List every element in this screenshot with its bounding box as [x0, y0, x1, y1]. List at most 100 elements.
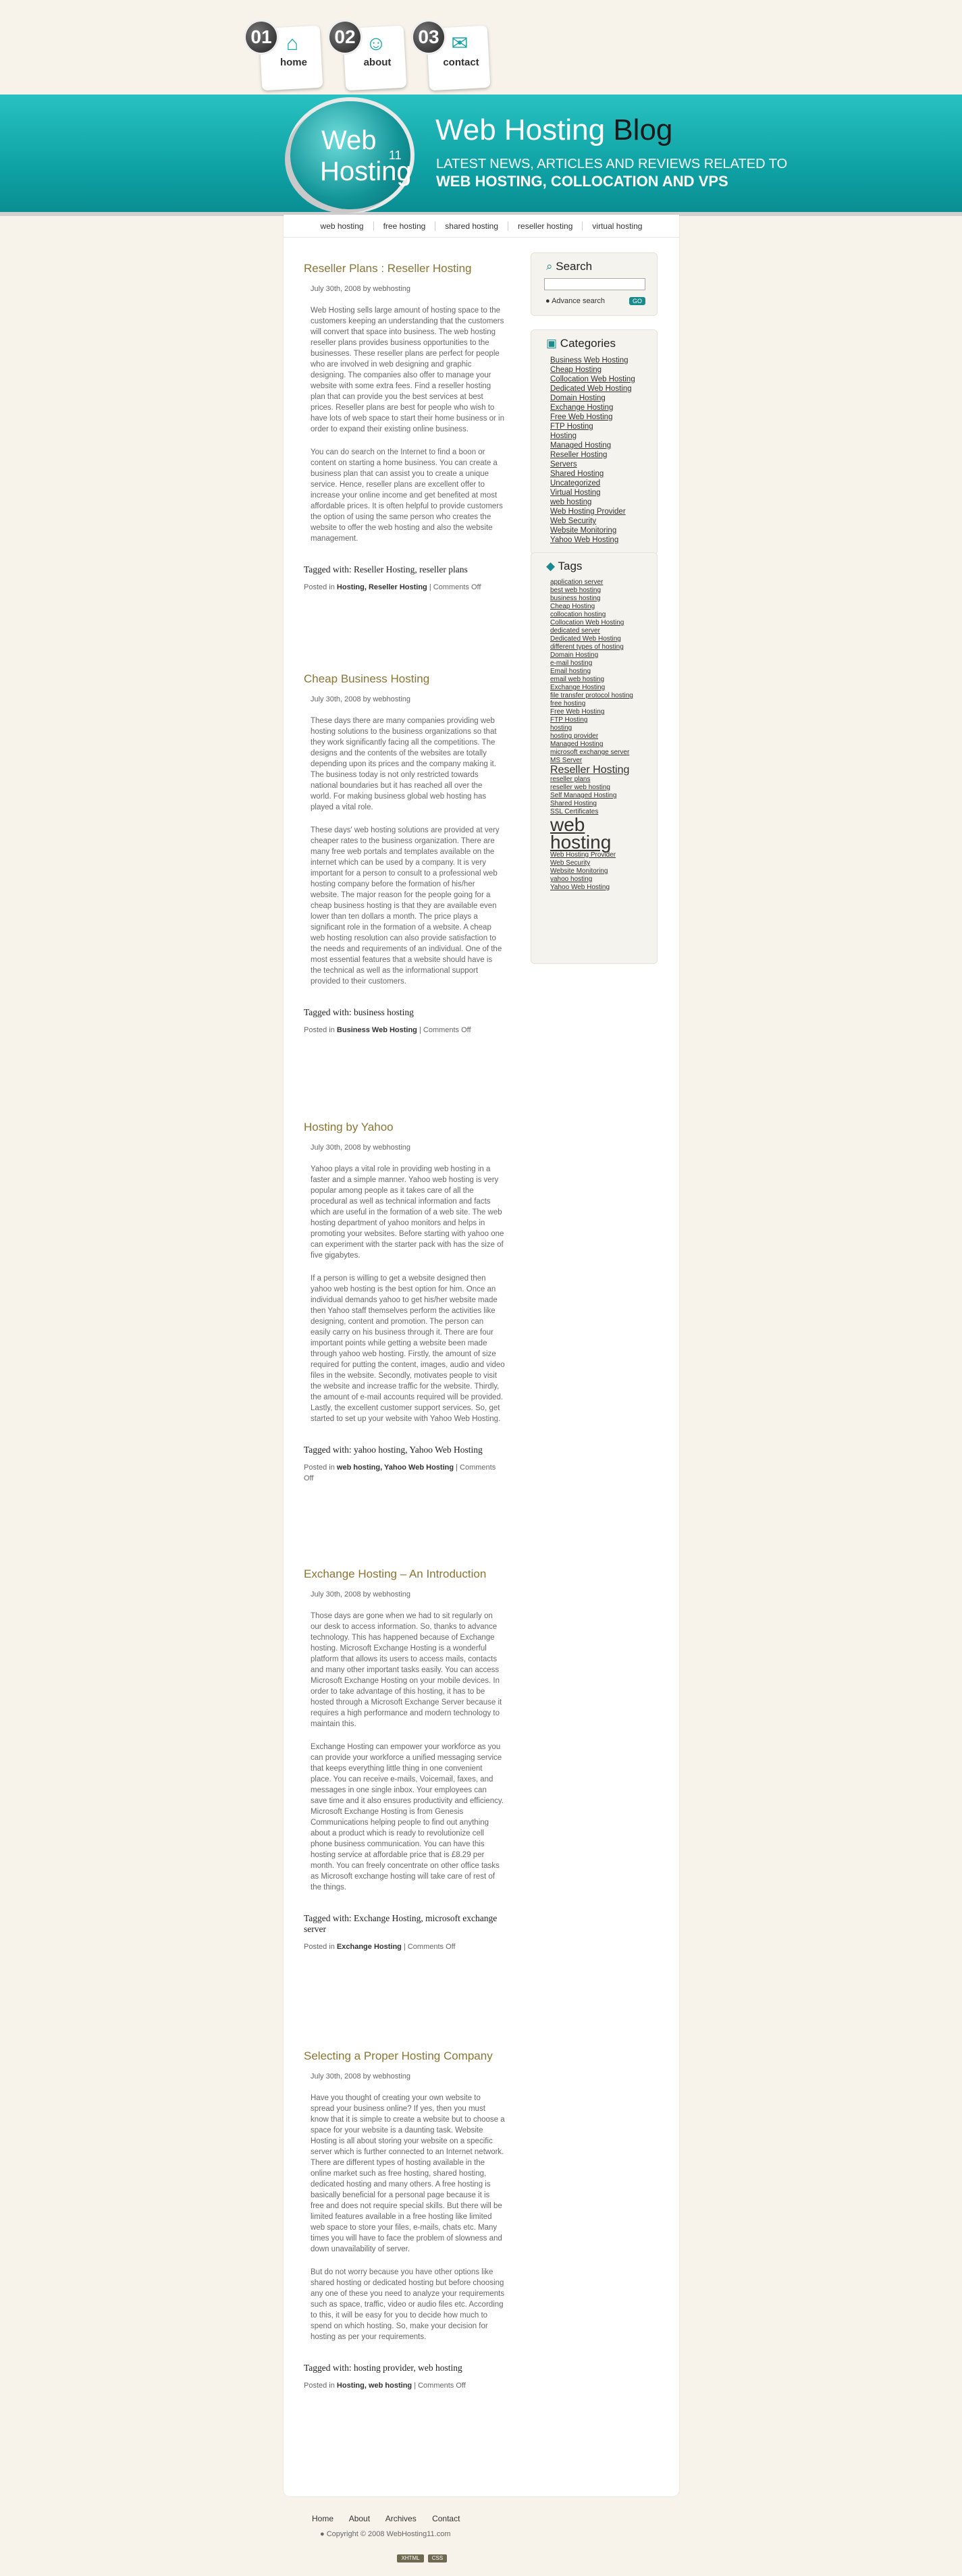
- tag-link[interactable]: e-mail hosting: [550, 660, 650, 668]
- category-link[interactable]: Business Web Hosting: [550, 356, 657, 365]
- logo-text-number: 11: [389, 149, 402, 162]
- footer-link[interactable]: Archives: [385, 2514, 417, 2523]
- catbar-link[interactable]: virtual hosting: [583, 221, 651, 231]
- tag-link[interactable]: Managed Hosting: [550, 741, 650, 749]
- tag-link[interactable]: Reseller Hosting: [550, 765, 650, 776]
- tag-link[interactable]: Dedicated Web Hosting: [550, 635, 650, 643]
- category-link[interactable]: Collocation Web Hosting: [550, 375, 657, 384]
- tag-link[interactable]: web hosting: [550, 815, 650, 852]
- advanced-search-link[interactable]: ● Advance search: [545, 297, 605, 305]
- tab-contact[interactable]: 03 ✉ contact: [413, 15, 493, 95]
- tag-link[interactable]: file transfer protocol hosting: [550, 692, 650, 700]
- post-tags[interactable]: Tagged with: business hosting: [304, 1007, 506, 1018]
- tag-link[interactable]: Self Managed Hosting: [550, 792, 650, 800]
- post-categories[interactable]: Business Web Hosting: [337, 1026, 417, 1034]
- tag-link[interactable]: hosting provider: [550, 732, 650, 741]
- folder-icon: ▣: [546, 337, 558, 350]
- blog-title: Web Hosting Blog: [435, 113, 672, 147]
- post-footer: Posted in Business Web Hosting | Comment…: [304, 1026, 471, 1034]
- tag-link[interactable]: FTP Hosting: [550, 716, 650, 724]
- category-link[interactable]: FTP Hosting: [550, 422, 657, 431]
- post-tags[interactable]: Tagged with: yahoo hosting, Yahoo Web Ho…: [304, 1445, 506, 1455]
- tab-about-label: about: [363, 57, 392, 68]
- post-meta: July 30th, 2008 by webhosting: [311, 285, 410, 293]
- tag-link[interactable]: Website Monitoring: [550, 867, 650, 876]
- categories-title: ▣ Categories: [546, 337, 616, 350]
- tag-link[interactable]: email web hosting: [550, 676, 650, 684]
- tag-link[interactable]: yahoo hosting: [550, 876, 650, 884]
- footer-link[interactable]: Contact: [432, 2514, 460, 2523]
- category-link[interactable]: Cheap Hosting: [550, 365, 657, 375]
- search-go-button[interactable]: GO: [629, 297, 645, 305]
- category-link[interactable]: Shared Hosting: [550, 469, 657, 479]
- xhtml-badge[interactable]: XHTML: [397, 2554, 424, 2562]
- tag-link[interactable]: best web hosting: [550, 587, 650, 595]
- tab-home-label: home: [279, 57, 307, 68]
- category-link[interactable]: Uncategorized: [550, 479, 657, 488]
- tag-link[interactable]: Free Web Hosting: [550, 708, 650, 716]
- category-link[interactable]: Hosting: [550, 431, 657, 441]
- footer-link[interactable]: Home: [312, 2514, 333, 2523]
- css-badge[interactable]: CSS: [428, 2554, 447, 2562]
- post-categories[interactable]: Hosting, Reseller Hosting: [337, 583, 427, 591]
- post-title[interactable]: Cheap Business Hosting: [304, 672, 506, 686]
- post-categories[interactable]: Hosting, web hosting: [337, 2382, 412, 2390]
- tag-link[interactable]: business hosting: [550, 595, 650, 603]
- post-tags[interactable]: Tagged with: hosting provider, web hosti…: [304, 2363, 506, 2373]
- tag-link[interactable]: free hosting: [550, 700, 650, 708]
- category-link[interactable]: Website Monitoring: [550, 526, 657, 535]
- tag-link[interactable]: Collocation Web Hosting: [550, 619, 650, 627]
- tag-link[interactable]: microsoft exchange server: [550, 749, 650, 757]
- tag-link[interactable]: application server: [550, 579, 650, 587]
- post-title[interactable]: Reseller Plans : Reseller Hosting: [304, 262, 506, 275]
- category-link[interactable]: Managed Hosting: [550, 441, 657, 450]
- category-bar: web hosting free hosting shared hosting …: [284, 215, 679, 238]
- tag-link[interactable]: Web Hosting Provider: [550, 851, 650, 859]
- catbar-link[interactable]: reseller hosting: [508, 221, 583, 231]
- tag-link[interactable]: Shared Hosting: [550, 800, 650, 808]
- post-tags[interactable]: Tagged with: Reseller Hosting, reseller …: [304, 564, 506, 575]
- post-title[interactable]: Exchange Hosting – An Introduction: [304, 1567, 506, 1581]
- tag-link[interactable]: Cheap Hosting: [550, 603, 650, 611]
- post-title[interactable]: Selecting a Proper Hosting Company: [304, 2049, 506, 2063]
- category-link[interactable]: web hosting: [550, 498, 657, 507]
- category-link[interactable]: Servers: [550, 460, 657, 469]
- category-link[interactable]: Web Security: [550, 516, 657, 526]
- search-input[interactable]: [544, 278, 645, 290]
- tag-link[interactable]: collocation hosting: [550, 611, 650, 619]
- tag-link[interactable]: reseller web hosting: [550, 784, 650, 792]
- category-link[interactable]: Yahoo Web Hosting: [550, 535, 657, 545]
- catbar-link[interactable]: free hosting: [374, 221, 436, 231]
- tag-link[interactable]: different types of hosting: [550, 643, 650, 651]
- category-link[interactable]: Virtual Hosting: [550, 488, 657, 498]
- tag-link[interactable]: Email hosting: [550, 668, 650, 676]
- site-logo[interactable]: Web Hosting 11: [290, 101, 412, 209]
- post-categories[interactable]: Exchange Hosting: [337, 1943, 402, 1951]
- tag-link[interactable]: Yahoo Web Hosting: [550, 884, 650, 892]
- tab-home[interactable]: 01 ⌂ home: [246, 15, 325, 95]
- category-link[interactable]: Free Web Hosting: [550, 412, 657, 422]
- catbar-link[interactable]: web hosting: [311, 221, 374, 231]
- category-link[interactable]: Web Hosting Provider: [550, 507, 657, 516]
- post-categories[interactable]: web hosting, Yahoo Web Hosting: [337, 1464, 454, 1472]
- tag-link[interactable]: dedicated server: [550, 627, 650, 635]
- category-link[interactable]: Reseller Hosting: [550, 450, 657, 460]
- tag-link[interactable]: Web Security: [550, 859, 650, 867]
- post-meta: July 30th, 2008 by webhosting: [311, 2072, 410, 2081]
- tab-about[interactable]: 02 ☺ about: [329, 15, 409, 95]
- post-meta: July 30th, 2008 by webhosting: [311, 1590, 410, 1599]
- tag-link[interactable]: reseller plans: [550, 776, 650, 784]
- category-link[interactable]: Exchange Hosting: [550, 403, 657, 412]
- post-tags[interactable]: Tagged with: Exchange Hosting, microsoft…: [304, 1913, 506, 1935]
- tag-link[interactable]: hosting: [550, 724, 650, 732]
- catbar-link[interactable]: shared hosting: [435, 221, 509, 231]
- category-link[interactable]: Dedicated Web Hosting: [550, 384, 657, 394]
- tag-link[interactable]: Exchange Hosting: [550, 684, 650, 692]
- post-paragraph: These days there are many companies prov…: [311, 717, 497, 811]
- footer-link[interactable]: About: [349, 2514, 370, 2523]
- search-title: ⌕ Search: [546, 260, 593, 273]
- post-title[interactable]: Hosting by Yahoo: [304, 1121, 506, 1134]
- tag-cloud: application server best web hosting busi…: [550, 579, 650, 892]
- tag-link[interactable]: Domain Hosting: [550, 651, 650, 660]
- category-link[interactable]: Domain Hosting: [550, 394, 657, 403]
